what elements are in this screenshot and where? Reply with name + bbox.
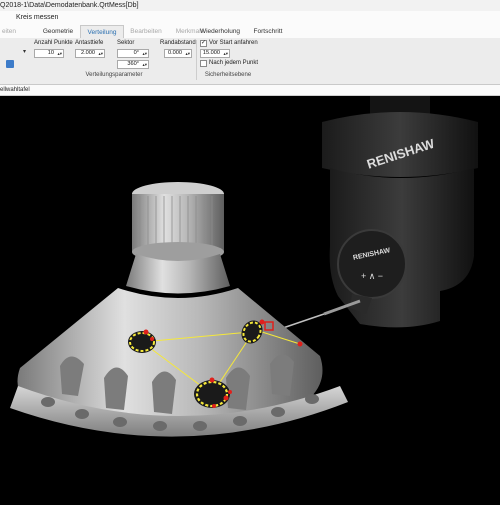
anzahl-punkte-input[interactable]: 10 ▴▾ bbox=[34, 49, 64, 58]
spinner-icon[interactable]: ▴▾ bbox=[185, 50, 190, 57]
approach-point bbox=[297, 341, 303, 347]
menu-bar: Kreis messen bbox=[0, 11, 500, 25]
spinner-icon[interactable]: ▴▾ bbox=[57, 50, 62, 57]
label-randabstand: Randabstand bbox=[160, 40, 196, 46]
tab-verteilung[interactable]: Verteilung bbox=[80, 25, 124, 38]
sektor-start-value: 0° bbox=[133, 50, 139, 56]
ribbon-divider bbox=[196, 40, 197, 80]
group-verteilungsparameter: Verteilungsparameter bbox=[85, 72, 143, 78]
scene-svg[interactable]: RENISHAW RENISHAW + ∧ − bbox=[0, 96, 500, 500]
sektor-start-input[interactable]: 0° ▴▾ bbox=[117, 49, 149, 58]
nach-jedem-punkt-checkbox[interactable] bbox=[200, 60, 207, 67]
antasttiefe-value: 2.000 bbox=[81, 50, 95, 56]
group-sicherheitsebene: Sicherheitsebene bbox=[204, 72, 252, 78]
vor-start-checkbox[interactable]: ✓ bbox=[200, 40, 207, 47]
anzahl-punkte-value: 10 bbox=[47, 50, 54, 56]
sektor-end-value: 360° bbox=[127, 61, 139, 67]
randabstand-value: 0.000 bbox=[168, 50, 182, 56]
spinner-icon[interactable]: ▴▾ bbox=[142, 50, 147, 57]
probe-symbol: + ∧ − bbox=[361, 271, 383, 281]
label-anzahl-punkte: Anzahl Punkte bbox=[34, 40, 73, 46]
vor-start-value: 15.000 bbox=[202, 50, 220, 56]
randabstand-input[interactable]: 0.000 ▴▾ bbox=[164, 49, 192, 58]
dropdown-arrow-icon[interactable]: ▾ bbox=[23, 48, 26, 55]
tab-bearbeiten[interactable]: Bearbeiten bbox=[124, 25, 168, 38]
spinner-icon[interactable]: ▴▾ bbox=[142, 61, 147, 68]
status-bar: ellwahltafel bbox=[0, 85, 500, 96]
label-antasttiefe: Antasttiefe bbox=[75, 40, 104, 46]
ribbon-panel: ▾ Anzahl Punkte 10 ▴▾ Antasttiefe 2.000 … bbox=[0, 38, 500, 85]
antasttiefe-input[interactable]: 2.000 ▴▾ bbox=[75, 49, 105, 58]
tab-fortschritt[interactable]: Fortschritt bbox=[248, 25, 288, 38]
3d-viewport[interactable]: RENISHAW RENISHAW + ∧ − bbox=[0, 96, 500, 500]
window-title: Q2018-1\Data\Demodatenbank.QrtMess[Db] bbox=[0, 2, 139, 9]
workpiece bbox=[10, 182, 348, 437]
status-text: ellwahltafel bbox=[0, 87, 30, 93]
vor-start-input[interactable]: 15.000 ▴▾ bbox=[200, 49, 230, 58]
tab-geometrie[interactable]: Geometrie bbox=[36, 25, 80, 38]
probe-head: RENISHAW RENISHAW + ∧ − bbox=[275, 96, 478, 333]
menu-item-kreis-messen[interactable]: Kreis messen bbox=[16, 11, 58, 25]
settings-icon[interactable] bbox=[6, 60, 14, 68]
spinner-icon[interactable]: ▴▾ bbox=[223, 50, 228, 57]
label-vor-start: Vor Start anfahren bbox=[209, 40, 258, 46]
label-sektor: Sektor bbox=[117, 40, 135, 46]
spinner-icon[interactable]: ▴▾ bbox=[98, 50, 103, 57]
tab-partial[interactable]: eiten bbox=[0, 25, 18, 38]
sektor-end-input[interactable]: 360° ▴▾ bbox=[117, 60, 149, 69]
label-nach-jedem-punkt: Nach jedem Punkt bbox=[209, 60, 259, 66]
ribbon-tabs: eiten Geometrie Verteilung Bearbeiten Me… bbox=[0, 25, 500, 39]
tab-wiederholung[interactable]: Wiederholung bbox=[194, 25, 246, 38]
